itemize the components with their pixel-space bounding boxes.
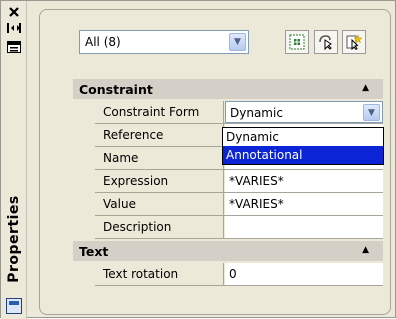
option-dynamic[interactable]: Dynamic <box>223 128 383 146</box>
property-value[interactable] <box>225 216 383 238</box>
property-row-text-rotation[interactable]: Text rotation 0 <box>95 263 383 286</box>
property-row-expression[interactable]: Expression *VARIES* <box>95 170 383 193</box>
chevron-down-icon[interactable]: ▼ <box>229 33 246 51</box>
toggle-pickadd-button[interactable] <box>285 30 309 54</box>
select-objects-icon <box>318 34 334 50</box>
property-value[interactable]: 0 <box>225 263 383 285</box>
property-row-description[interactable]: Description <box>95 216 383 239</box>
constraint-form-options[interactable]: Dynamic Annotational <box>222 127 384 165</box>
property-label: Value <box>95 193 224 215</box>
toggle-pickadd-icon <box>289 34 305 50</box>
property-label: Description <box>95 216 224 238</box>
property-label: Name <box>95 147 224 169</box>
properties-menu-icon[interactable] <box>5 39 23 55</box>
quick-select-icon <box>346 34 362 50</box>
select-objects-button[interactable] <box>314 30 338 54</box>
property-label: Expression <box>95 170 224 192</box>
property-row-value[interactable]: Value *VARIES* <box>95 193 383 216</box>
auto-hide-icon[interactable] <box>5 20 23 36</box>
collapse-icon[interactable]: ▲ <box>362 83 369 93</box>
category-header-text[interactable]: Text ▲ <box>73 241 383 261</box>
properties-palette: Properties All (8) ▼ Constraint ▲ Constr… <box>0 0 396 319</box>
quick-select-button[interactable] <box>342 30 366 54</box>
palette-title-strip: Properties <box>1 1 27 319</box>
property-value-dropdown[interactable]: Dynamic ▼ <box>225 101 383 123</box>
collapse-icon[interactable]: ▲ <box>362 245 369 255</box>
property-value[interactable]: *VARIES* <box>225 193 383 215</box>
close-icon[interactable] <box>5 4 23 20</box>
category-label: Text <box>79 243 109 259</box>
palette-title-text: Properties <box>6 195 22 283</box>
property-value: Dynamic <box>230 106 283 120</box>
property-row-constraint-form[interactable]: Constraint Form Dynamic ▼ <box>95 101 383 124</box>
chevron-down-icon[interactable]: ▼ <box>363 104 380 121</box>
property-value[interactable]: *VARIES* <box>225 170 383 192</box>
category-label: Constraint <box>79 81 153 97</box>
property-label: Reference <box>95 124 224 146</box>
property-label: Constraint Form <box>95 101 224 123</box>
selection-value: All (8) <box>85 35 121 49</box>
property-label: Text rotation <box>95 263 224 285</box>
property-grid: Constraint ▲ Constraint Form Dynamic ▼ R… <box>73 79 385 311</box>
palette-icon[interactable] <box>6 298 22 314</box>
category-header-constraint[interactable]: Constraint ▲ <box>73 79 383 99</box>
selection-dropdown[interactable]: All (8) ▼ <box>79 30 249 54</box>
option-annotational[interactable]: Annotational <box>223 146 383 164</box>
palette-title: Properties <box>3 189 25 289</box>
